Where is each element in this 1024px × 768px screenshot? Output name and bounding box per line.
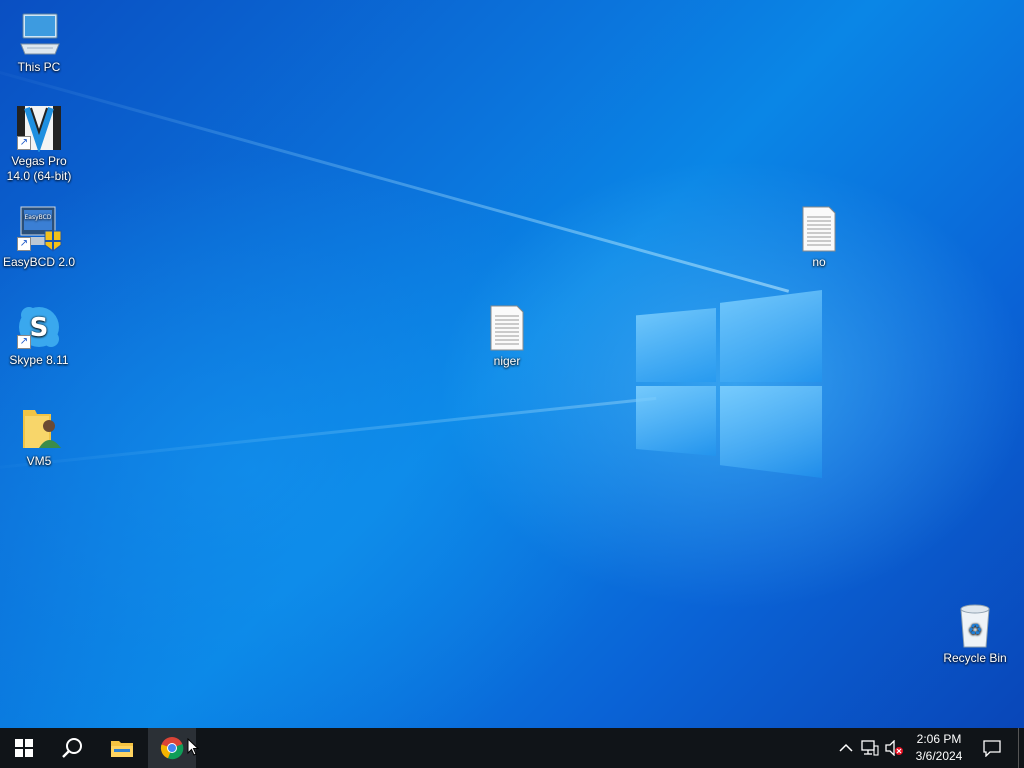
desktop-icon-vegas-pro[interactable]: ↗ Vegas Pro 14.0 (64-bit) [0,104,78,184]
icon-label: VM5 [26,454,52,468]
clock-date: 3/6/2024 [915,749,963,763]
user-folder-icon [15,404,63,452]
network-button[interactable] [860,738,880,758]
chevron-up-icon [839,743,853,752]
svg-text:♻: ♻ [968,620,982,639]
notification-icon [983,740,1001,757]
start-button[interactable] [0,728,48,768]
folder-icon [111,741,133,757]
icon-label: niger [493,354,521,368]
desktop-icon-file-niger[interactable]: niger [468,304,546,369]
show-hidden-icons-button[interactable] [836,738,856,758]
icon-label: EasyBCD 2.0 [2,255,76,269]
skype-icon: S ↗ [15,303,63,351]
desktop[interactable]: This PC ↗ Vegas Pro 14.0 (64-bit) EasyBC… [0,0,1024,728]
text-file-icon [795,205,843,253]
desktop-icon-vm5[interactable]: VM5 [0,404,78,469]
volume-muted-icon [885,740,903,756]
taskbar-clock[interactable]: 2:06 PM 3/6/2024 [906,731,972,765]
svg-text:S: S [30,313,49,343]
text-file-icon [483,304,531,352]
desktop-icon-recycle-bin[interactable]: ♻ Recycle Bin [936,601,1014,666]
shortcut-arrow-icon: ↗ [17,136,31,150]
volume-button[interactable] [884,738,904,758]
icon-label: This PC [17,60,61,74]
mouse-cursor-icon [187,738,199,756]
recycle-bin-icon: ♻ [951,601,999,649]
windows-start-icon [15,739,33,757]
search-button[interactable] [48,728,96,768]
desktop-icon-file-no[interactable]: no [780,205,858,270]
icon-label: Recycle Bin [943,651,1007,665]
easybcd-icon: EasyBCD ↗ [15,205,63,253]
action-center-button[interactable] [982,738,1002,758]
taskbar: 2:06 PM 3/6/2024 [0,728,1024,768]
vegas-pro-icon: ↗ [15,104,63,154]
desktop-icon-this-pc[interactable]: This PC [0,10,78,75]
clock-time: 2:06 PM [916,732,962,746]
icon-label: no [812,255,826,269]
show-desktop-button[interactable] [1018,728,1024,768]
file-explorer-button[interactable] [98,728,146,768]
windows-logo-wallpaper [630,288,830,484]
icon-label: Skype 8.11 [9,353,69,367]
shortcut-arrow-icon: ↗ [17,237,31,251]
chrome-icon [160,737,184,760]
light-beam [0,60,790,293]
desktop-icon-easybcd[interactable]: EasyBCD ↗ EasyBCD 2.0 [0,205,78,270]
this-pc-icon [15,10,63,58]
desktop-icon-skype[interactable]: S ↗ Skype 8.11 [0,303,78,368]
light-beam [0,396,657,473]
icon-label: Vegas Pro 14.0 (64-bit) [6,154,72,183]
network-icon [861,740,879,756]
easybcd-icon-text: EasyBCD [25,214,52,221]
shortcut-arrow-icon: ↗ [17,335,31,349]
search-icon [62,738,82,758]
